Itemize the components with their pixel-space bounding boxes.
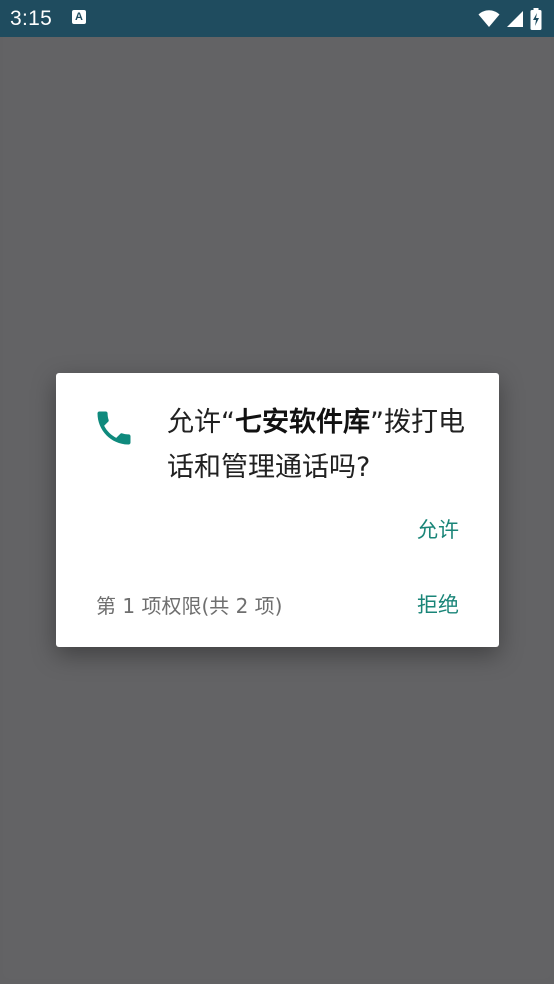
a-notification-icon: A — [72, 10, 86, 24]
status-time: 3:15 — [10, 7, 53, 30]
phone-icon — [92, 406, 136, 450]
permission-dialog: 允许“七安软件库”拨打电话和管理通话吗? 允许 第 1 项权限(共 2 项) 拒… — [56, 373, 499, 647]
message-prefix: 允许“ — [167, 407, 235, 438]
app-name: 七安软件库 — [235, 407, 370, 438]
dialog-message: 允许“七安软件库”拨打电话和管理通话吗? — [167, 400, 473, 490]
status-bar: 3:15 A — [0, 0, 554, 37]
signal-icon — [506, 10, 524, 28]
permission-counter: 第 1 项权限(共 2 项) — [96, 594, 283, 618]
wifi-icon — [478, 10, 500, 28]
deny-button[interactable]: 拒绝 — [417, 589, 459, 619]
status-icons — [478, 6, 542, 32]
battery-charging-icon — [530, 8, 542, 30]
allow-button[interactable]: 允许 — [417, 514, 459, 544]
